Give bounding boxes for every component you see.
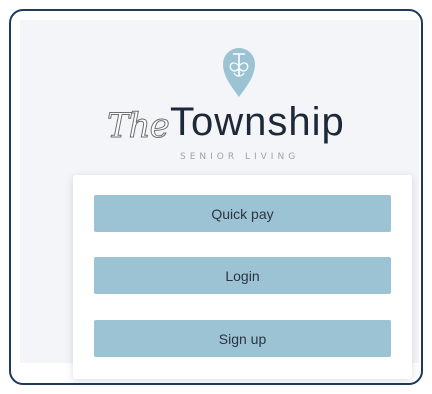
sign-up-button[interactable]: Sign up — [94, 320, 391, 357]
brand-tagline: SENIOR LIVING — [180, 152, 300, 162]
droplet-ornament-icon — [223, 48, 255, 97]
landing-panel: The Township SENIOR LIVING Quick pay Log… — [20, 20, 419, 379]
brand-logo: The Township SENIOR LIVING — [20, 20, 419, 162]
quick-pay-button[interactable]: Quick pay — [94, 195, 391, 232]
brand-name: Township — [170, 100, 345, 144]
action-card: Quick pay Login Sign up — [73, 175, 412, 379]
brand-the-text: The — [107, 106, 171, 147]
brand-wordmark: The Township — [107, 100, 397, 148]
login-button[interactable]: Login — [94, 257, 391, 294]
